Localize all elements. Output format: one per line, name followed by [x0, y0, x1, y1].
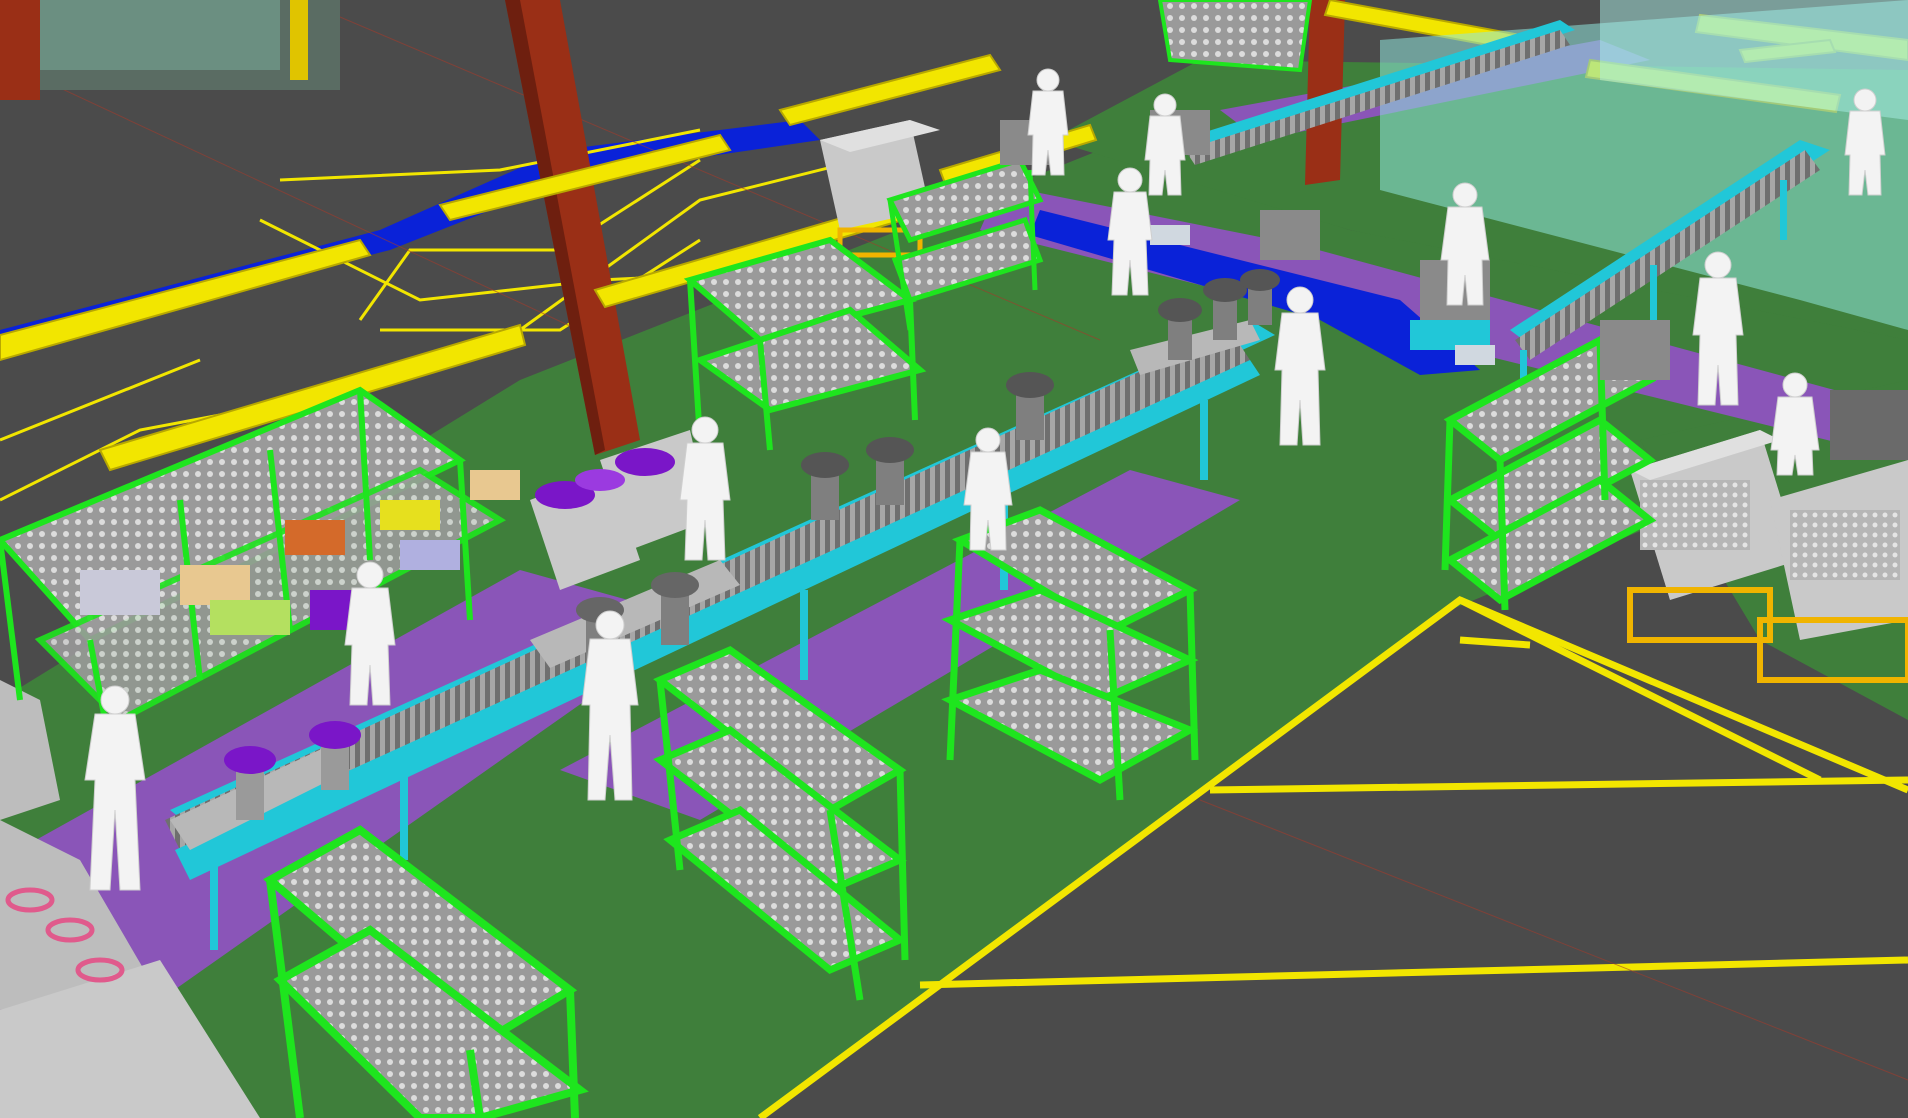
factory-layout-viewport[interactable]	[0, 0, 1908, 1118]
rack-top-far	[1157, 0, 1313, 73]
factory-scene	[0, 0, 1908, 1118]
